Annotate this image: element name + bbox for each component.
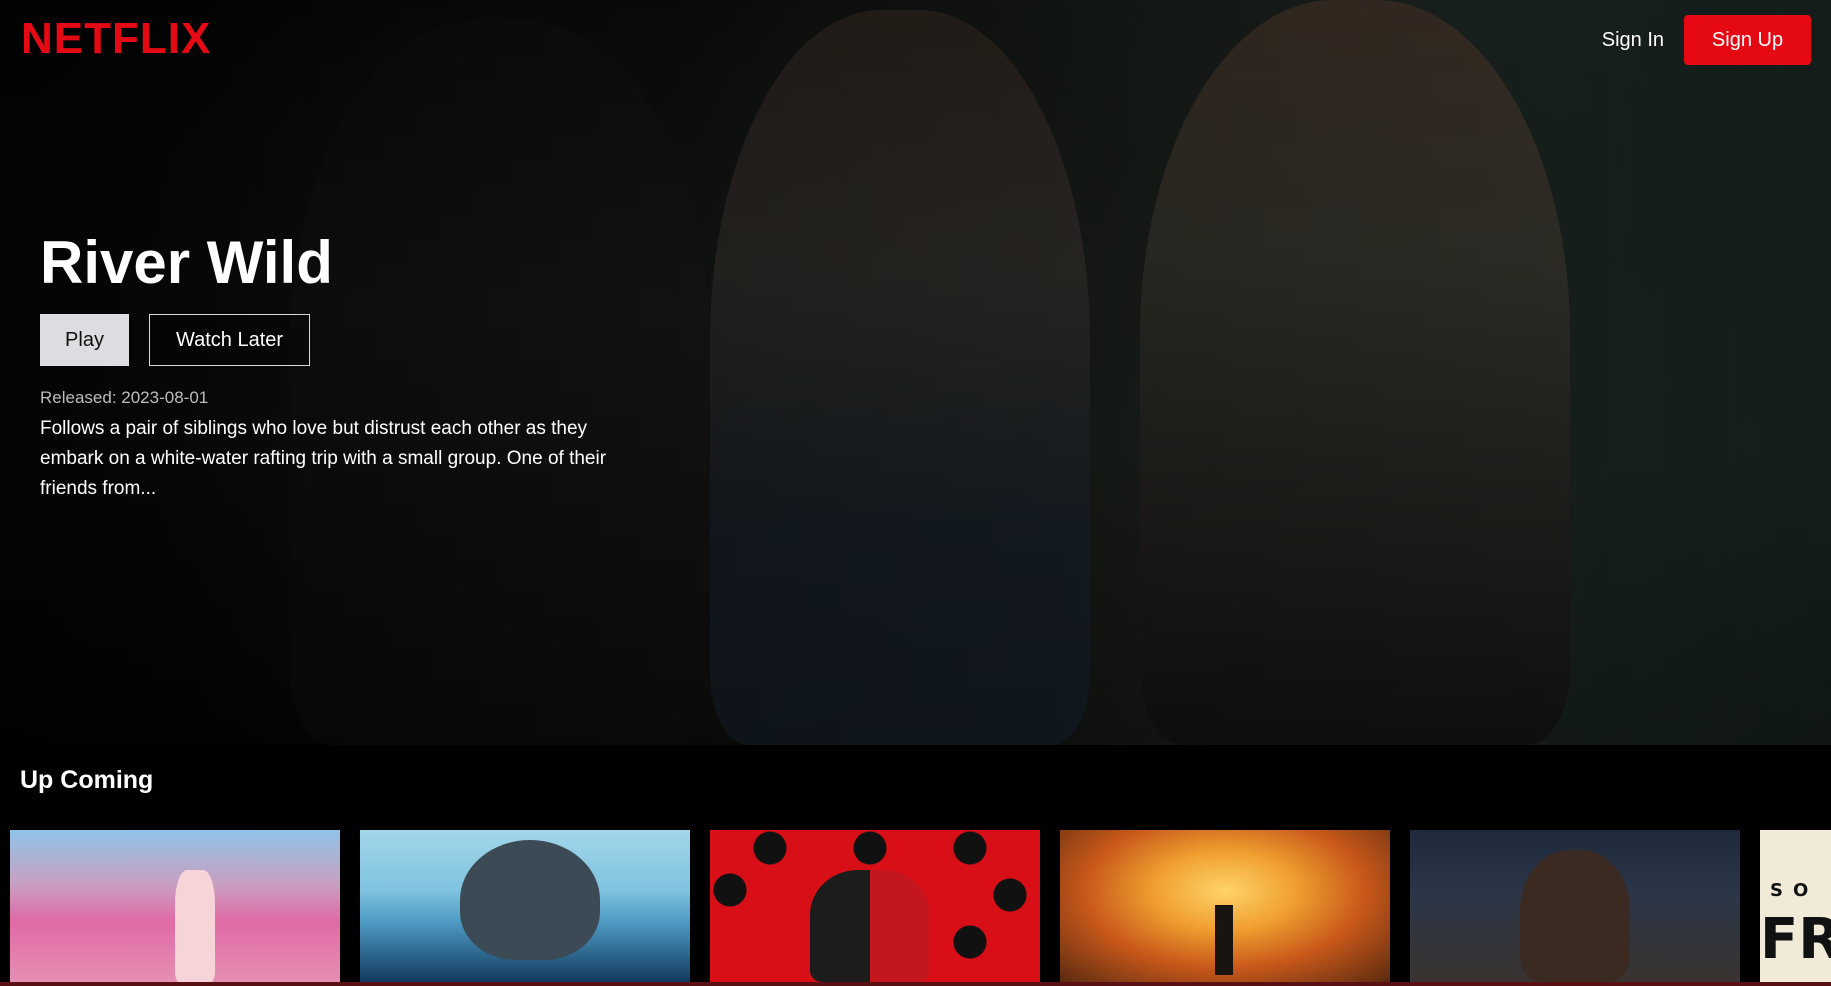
movie-card-ladybug[interactable] bbox=[710, 830, 1040, 982]
sign-in-link[interactable]: Sign In bbox=[1602, 29, 1664, 52]
movie-card-explosion[interactable] bbox=[1060, 830, 1390, 982]
hero-overview: Follows a pair of siblings who love but … bbox=[40, 418, 607, 499]
page: NETFLIX Sign In Sign Up River Wild Play … bbox=[0, 0, 1831, 986]
hero-actions: Play Watch Later bbox=[40, 314, 680, 366]
hero-title: River Wild bbox=[40, 229, 333, 296]
movie-card-shark[interactable] bbox=[360, 830, 690, 982]
watch-later-button[interactable]: Watch Later bbox=[149, 314, 310, 366]
upcoming-row-title: Up Coming bbox=[20, 766, 154, 794]
bottom-accent-bar bbox=[0, 982, 1831, 986]
netflix-logo[interactable]: NETFLIX bbox=[21, 14, 211, 64]
partial-card-text-big: FRE bbox=[1760, 907, 1831, 972]
release-date: Released: 2023-08-01 bbox=[40, 388, 209, 407]
sign-up-button[interactable]: Sign Up bbox=[1684, 15, 1811, 65]
upcoming-row[interactable]: SO FRE bbox=[10, 830, 1831, 982]
partial-card-text-top: SO bbox=[1770, 880, 1819, 901]
play-button[interactable]: Play bbox=[40, 314, 129, 366]
hero-content: River Wild Play Watch Later Released: 20… bbox=[40, 228, 680, 504]
movie-card-barbie[interactable] bbox=[10, 830, 340, 982]
movie-card-portrait[interactable] bbox=[1410, 830, 1740, 982]
header-actions: Sign In Sign Up bbox=[1602, 15, 1811, 65]
movie-card-partial[interactable]: SO FRE bbox=[1760, 830, 1831, 982]
